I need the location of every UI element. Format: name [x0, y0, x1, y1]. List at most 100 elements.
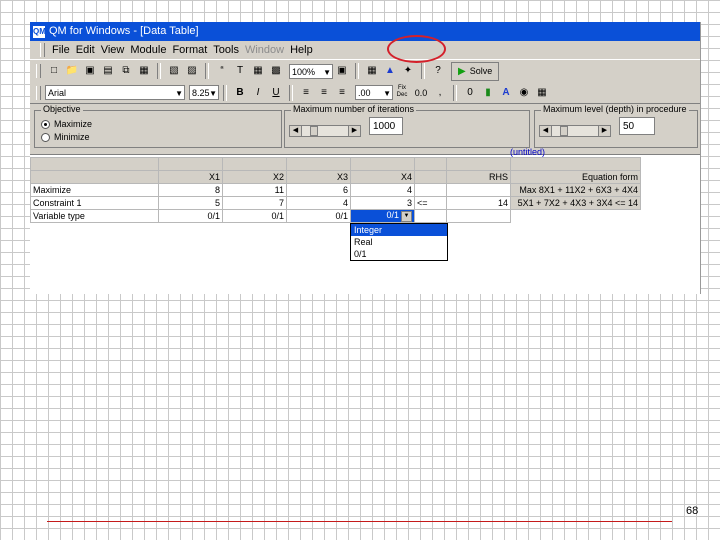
comma-format-icon[interactable]: , — [432, 85, 448, 101]
table-cell[interactable]: 4 — [350, 183, 415, 197]
rhs-cell[interactable]: 14 — [446, 196, 511, 210]
table-cell[interactable]: 11 — [222, 183, 287, 197]
zero-icon[interactable]: 0 — [462, 85, 478, 101]
table-cell[interactable]: 0/1 — [222, 209, 287, 223]
color-bars-icon[interactable]: ▮ — [480, 85, 496, 101]
minimize-radio[interactable]: Minimize — [41, 132, 90, 142]
paste-icon[interactable]: ▦ — [136, 63, 152, 79]
radio-unselected-icon — [41, 132, 50, 142]
decimals-value: .00 — [358, 88, 371, 98]
quote-icon[interactable]: “ — [214, 63, 230, 79]
dropdown-option-binary[interactable]: 0/1 — [351, 248, 447, 260]
chevron-down-icon: ▼ — [175, 89, 183, 98]
borders-icon[interactable]: ▦ — [534, 85, 550, 101]
copy-icon[interactable]: ⧉ — [118, 63, 134, 79]
fix-value[interactable]: 0.0 — [412, 85, 430, 101]
table-cell[interactable]: 4 — [286, 196, 351, 210]
font-color-icon[interactable]: A — [498, 85, 514, 101]
table-cell[interactable]: 0/1 — [158, 209, 223, 223]
menu-edit[interactable]: Edit — [73, 44, 98, 56]
maximize-radio[interactable]: Maximize — [41, 119, 92, 129]
table-cell[interactable]: 6 — [286, 183, 351, 197]
text-format-icon[interactable]: T — [232, 63, 248, 79]
options-bar: Objective Maximize Minimize Maximum numb… — [30, 104, 700, 155]
variable-type-select[interactable]: 0/1 ▼ — [350, 209, 415, 223]
table-cell[interactable]: 7 — [222, 196, 287, 210]
print-icon[interactable]: ▤ — [100, 63, 116, 79]
underline-icon[interactable]: U — [268, 85, 284, 101]
window-icon[interactable]: ▣ — [334, 63, 350, 79]
toolbar-separator — [453, 84, 457, 101]
max-level-input[interactable]: 50 — [619, 117, 655, 135]
fill-color-icon[interactable]: ◉ — [516, 85, 532, 101]
max-iterations-input[interactable]: 1000 — [369, 117, 403, 135]
chevron-down-icon: ▼ — [323, 67, 331, 77]
help-icon[interactable]: ? — [430, 63, 446, 79]
menu-window[interactable]: Window — [242, 44, 287, 56]
table-row: Variable type 0/1 0/1 0/1 0/1 ▼ — [30, 209, 641, 223]
arrow-right-icon[interactable]: ▶ — [598, 126, 610, 136]
dropdown-option-integer[interactable]: Integer — [351, 224, 447, 236]
insert-row-icon[interactable]: ▧ — [166, 63, 182, 79]
table-header-row: X1 X2 X3 X4 RHS Equation form — [30, 170, 641, 184]
menu-view[interactable]: View — [98, 44, 128, 56]
new-file-icon[interactable]: □ — [46, 63, 62, 79]
table-row: Maximize 8 11 6 4 Max 8X1 + 11X2 + 6X3 +… — [30, 183, 641, 197]
blank-cell — [510, 157, 641, 171]
align-left-icon[interactable]: ≡ — [298, 85, 314, 101]
fix-dec-bottom: Dec — [396, 91, 408, 98]
equation-cell: Max 8X1 + 11X2 + 6X3 + 4X4 — [510, 183, 641, 197]
menu-bar: File Edit View Module Format Tools Windo… — [30, 41, 700, 60]
bold-icon[interactable]: B — [232, 85, 248, 101]
table-cell[interactable]: 5 — [158, 196, 223, 210]
sign-cell[interactable]: <= — [414, 196, 447, 210]
blank-cell — [414, 157, 447, 171]
iterations-slider[interactable]: ◀ ▶ — [289, 125, 361, 137]
menu-file[interactable]: File — [49, 44, 73, 56]
row-label: Constraint 1 — [30, 196, 159, 210]
save-icon[interactable]: ▣ — [82, 63, 98, 79]
font-size-select[interactable]: 8.25 ▼ — [189, 85, 219, 100]
table-icon[interactable]: ▦ — [250, 63, 266, 79]
italic-icon[interactable]: I — [250, 85, 266, 101]
menu-tools[interactable]: Tools — [210, 44, 242, 56]
sign-cell — [414, 209, 447, 223]
table-cell[interactable]: 0/1 — [286, 209, 351, 223]
table-blank-row — [30, 157, 641, 171]
open-folder-icon[interactable]: 📁 — [64, 63, 80, 79]
arrow-right-icon[interactable]: ▶ — [348, 126, 360, 136]
toolbar-grip — [36, 85, 41, 100]
decimals-select[interactable]: .00 ▼ — [355, 85, 393, 100]
sign-cell[interactable] — [414, 183, 447, 197]
blank-cell — [222, 157, 287, 171]
solve-button[interactable]: ▶ Solve — [451, 61, 500, 81]
triangle-icon[interactable]: ▲ — [382, 63, 398, 79]
slider-thumb[interactable] — [560, 126, 568, 136]
grid-icon[interactable]: ▩ — [268, 63, 284, 79]
slider-thumb[interactable] — [310, 126, 318, 136]
chart-icon[interactable]: ▦ — [364, 63, 380, 79]
align-right-icon[interactable]: ≡ — [334, 85, 350, 101]
table-cell[interactable]: 8 — [158, 183, 223, 197]
fix-dec-button[interactable]: Fix Dec — [394, 85, 410, 101]
font-name-select[interactable]: Arial ▼ — [45, 85, 185, 100]
max-level-slider[interactable]: ◀ ▶ — [539, 125, 611, 137]
arrow-left-icon[interactable]: ◀ — [540, 126, 552, 136]
minimize-label: Minimize — [54, 132, 90, 142]
toolbar-separator — [421, 63, 425, 79]
insert-column-icon[interactable]: ▨ — [184, 63, 200, 79]
arrow-left-icon[interactable]: ◀ — [290, 126, 302, 136]
menu-help[interactable]: Help — [287, 44, 316, 56]
zoom-select[interactable]: 100% ▼ — [289, 63, 333, 79]
empty-cell — [511, 210, 641, 223]
tools-icon[interactable]: ✦ — [400, 63, 416, 79]
table-cell[interactable]: 3 — [350, 196, 415, 210]
chevron-down-icon[interactable]: ▼ — [401, 210, 412, 222]
menu-module[interactable]: Module — [127, 44, 169, 56]
toolbar-separator — [223, 84, 227, 101]
dropdown-option-real[interactable]: Real — [351, 236, 447, 248]
max-level-group: Maximum level (depth) in procedure ◀ ▶ 5… — [534, 104, 698, 148]
menu-format[interactable]: Format — [169, 44, 210, 56]
rhs-cell[interactable] — [446, 183, 511, 197]
align-center-icon[interactable]: ≡ — [316, 85, 332, 101]
